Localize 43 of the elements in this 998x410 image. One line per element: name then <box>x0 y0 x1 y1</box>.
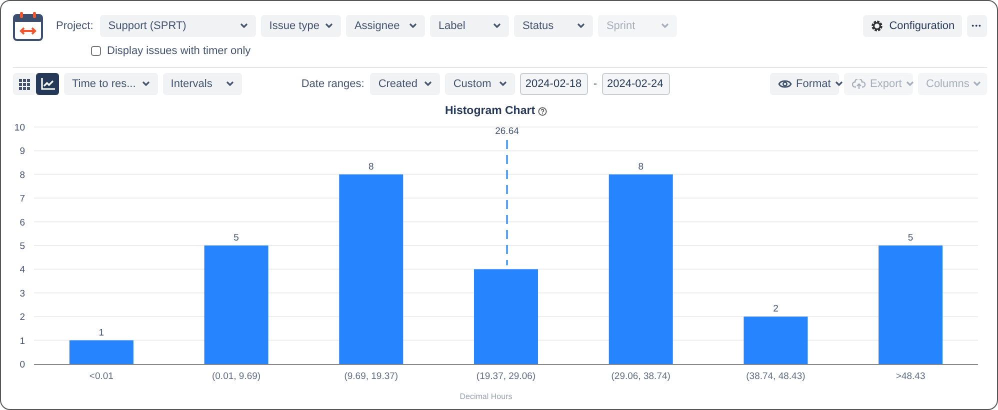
project-label: Project: <box>56 20 94 32</box>
y-axis-tick-label: 8 <box>20 170 25 181</box>
dropdown[interactable]: Custom <box>445 73 516 95</box>
date-separator: - <box>593 78 597 90</box>
category-label: (0.01, 9.69) <box>212 371 261 382</box>
y-axis-tick-label: 7 <box>20 194 25 205</box>
y-axis-tick-label: 5 <box>20 241 25 252</box>
category-label: >48.43 <box>896 371 926 382</box>
date-field[interactable]: 2024-02-24 <box>602 73 670 95</box>
bar-value-label: 1 <box>98 327 104 338</box>
bar-value-label: 5 <box>234 232 239 244</box>
y-axis-tick-label: 1 <box>20 336 25 347</box>
y-axis-tick-label: 4 <box>20 264 25 276</box>
bar-value-label: 2 <box>773 304 778 315</box>
bar-value-label: 8 <box>638 161 644 172</box>
dropdown[interactable]: Status <box>514 15 594 37</box>
y-axis-tick-label: 3 <box>20 288 25 300</box>
category-label: (38.74, 48.43) <box>746 371 806 382</box>
chart-title: Histogram Chart <box>444 105 536 117</box>
y-axis-tick-label: 2 <box>20 312 25 324</box>
date-field[interactable]: 2024-02-18 <box>520 73 588 95</box>
y-axis-tick-label: 9 <box>20 146 25 158</box>
annotation-label: 26.64 <box>495 126 519 137</box>
dropdown[interactable]: Issue type <box>261 15 342 37</box>
dropdown[interactable]: Intervals <box>162 73 242 95</box>
category-label: <0.01 <box>89 371 114 382</box>
category-label: (9.69, 19.37) <box>344 371 398 382</box>
x-axis-title: Decimal Hours <box>460 392 512 401</box>
dropdown[interactable]: Time to res... <box>64 73 158 95</box>
bar-value-label: 8 <box>368 161 374 172</box>
dropdown[interactable]: Assignee <box>346 15 426 37</box>
category-label: (19.37, 29.06) <box>476 371 536 382</box>
bar-value-label: 5 <box>908 232 914 244</box>
date-ranges-label: Date ranges: <box>301 78 364 90</box>
y-axis-tick-label: 0 <box>20 360 25 370</box>
category-label: (29.06, 38.74) <box>611 371 670 382</box>
checkbox-label: Display issues with timer only <box>107 45 251 57</box>
dropdown[interactable]: Created <box>370 73 440 95</box>
dropdown[interactable]: Label <box>430 15 510 37</box>
y-axis-tick-label: 10 <box>14 122 25 134</box>
configuration-button[interactable]: Configuration <box>863 15 962 37</box>
y-axis-tick-label: 6 <box>20 217 25 228</box>
dropdown[interactable]: Support (SPRT) <box>100 15 256 37</box>
